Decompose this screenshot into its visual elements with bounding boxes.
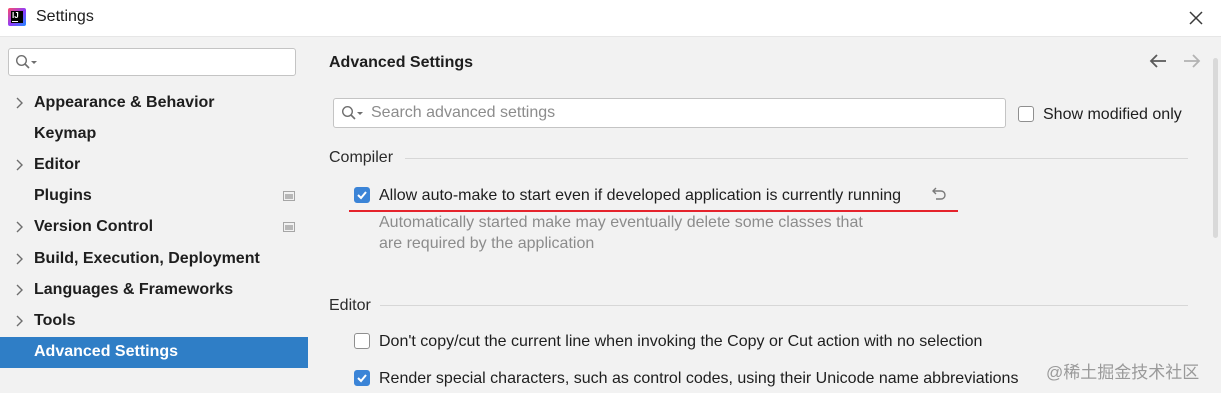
sidebar-item-build-execution-deployment[interactable]: Build, Execution, Deployment <box>0 244 308 275</box>
dont-copy-cut-checkbox[interactable] <box>354 333 370 349</box>
sidebar-item-plugins[interactable]: Plugins <box>0 181 308 212</box>
group-divider <box>405 158 1188 159</box>
reset-icon[interactable] <box>929 187 947 203</box>
search-icon <box>15 54 37 69</box>
check-icon <box>357 374 367 383</box>
advanced-search-input[interactable] <box>371 103 991 123</box>
chevron-right-icon <box>16 221 23 233</box>
sidebar-item-label: Advanced Settings <box>34 343 179 360</box>
group-divider <box>380 305 1188 306</box>
intellij-logo-icon: IJ <box>8 8 26 26</box>
description-line: Automatically started make may eventuall… <box>379 214 863 231</box>
sidebar-item-label: Keymap <box>34 125 97 142</box>
description-line: are required by the application <box>379 235 595 252</box>
sidebar-search-input[interactable] <box>8 48 296 76</box>
allow-auto-make-checkbox[interactable] <box>354 187 370 203</box>
vertical-scrollbar[interactable] <box>1213 58 1218 238</box>
allow-auto-make-label: Allow auto-make to start even if develop… <box>379 187 902 204</box>
show-modified-checkbox[interactable] <box>1018 106 1034 122</box>
sidebar-item-label: Version Control <box>34 218 154 235</box>
sidebar-item-tools[interactable]: Tools <box>0 306 308 337</box>
chevron-right-icon <box>16 315 23 327</box>
sidebar-item-appearance-behavior[interactable]: Appearance & Behavior <box>0 88 308 119</box>
title-bar: IJ Settings <box>0 0 1221 36</box>
dont-copy-cut-label: Don't copy/cut the current line when inv… <box>379 333 983 350</box>
window-title: Settings <box>36 8 94 25</box>
chevron-right-icon <box>16 253 23 265</box>
sidebar-item-label: Editor <box>34 156 81 173</box>
project-icon <box>283 191 295 201</box>
settings-sidebar: Appearance & Behavior Keymap Editor Plug… <box>0 37 308 393</box>
watermark: @稀土掘金技术社区 <box>1046 363 1200 382</box>
group-title-editor: Editor <box>329 297 371 314</box>
group-title-compiler: Compiler <box>329 149 394 166</box>
sidebar-item-keymap[interactable]: Keymap <box>0 119 308 150</box>
sidebar-item-label: Languages & Frameworks <box>34 281 234 298</box>
arrow-right-icon[interactable] <box>1182 52 1202 70</box>
search-icon <box>341 105 363 120</box>
close-button[interactable] <box>1184 6 1208 30</box>
chevron-right-icon <box>16 284 23 296</box>
sidebar-item-advanced-settings[interactable]: Advanced Settings <box>0 337 308 368</box>
chevron-right-icon <box>16 159 23 171</box>
sidebar-item-label: Build, Execution, Deployment <box>34 250 260 267</box>
sidebar-item-editor[interactable]: Editor <box>0 150 308 181</box>
project-icon <box>283 222 295 232</box>
check-icon <box>357 191 367 200</box>
sidebar-item-label: Plugins <box>34 187 92 204</box>
arrow-left-icon[interactable] <box>1148 52 1168 70</box>
advanced-search-field[interactable] <box>333 98 1006 128</box>
sidebar-item-languages-frameworks[interactable]: Languages & Frameworks <box>0 275 308 306</box>
settings-content: Advanced Settings Show modified only Com… <box>308 37 1221 393</box>
option-description: Automatically started make may eventuall… <box>379 212 899 254</box>
sidebar-item-label: Appearance & Behavior <box>34 94 215 111</box>
sidebar-item-version-control[interactable]: Version Control <box>0 212 308 243</box>
page-title: Advanced Settings <box>329 54 474 71</box>
chevron-right-icon <box>16 97 23 109</box>
show-modified-label: Show modified only <box>1043 106 1182 123</box>
render-special-chars-label: Render special characters, such as contr… <box>379 370 1019 387</box>
sidebar-item-label: Tools <box>34 312 76 329</box>
render-special-chars-checkbox[interactable] <box>354 370 370 386</box>
close-icon <box>1189 11 1203 25</box>
